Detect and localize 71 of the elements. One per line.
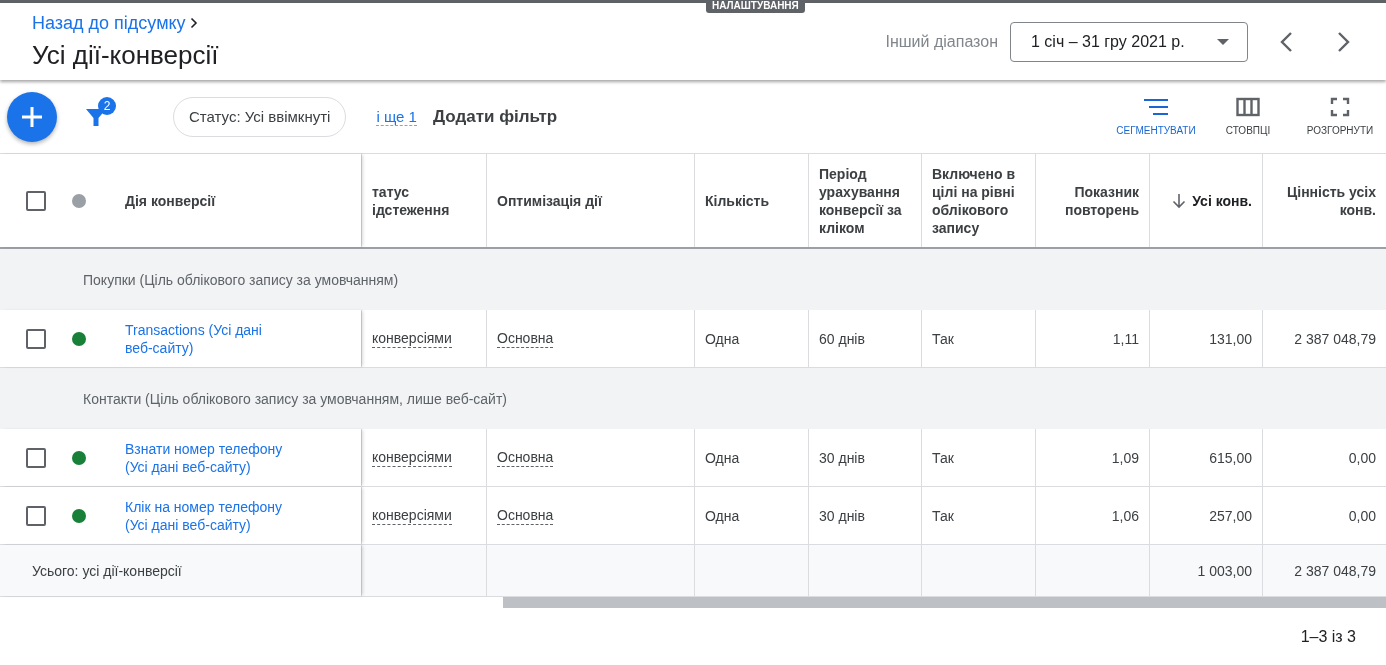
column-header[interactable]: Показник повторень bbox=[1046, 182, 1139, 219]
dropdown-caret-icon bbox=[1217, 38, 1229, 45]
column-header[interactable]: Оптимізація дії bbox=[497, 191, 602, 210]
column-header[interactable]: Дія конверсії bbox=[125, 191, 216, 210]
chevron-right-icon bbox=[1337, 30, 1351, 53]
chevron-left-icon bbox=[1279, 30, 1293, 53]
table-cell: Основна bbox=[497, 448, 554, 467]
total-label: Усього: усі дії-конверсії bbox=[32, 562, 182, 579]
table-cell: 0,00 bbox=[1348, 507, 1376, 524]
column-header[interactable]: Цінність усіх конв. bbox=[1273, 182, 1376, 219]
settings-label: НАЛАШТУВАННЯ bbox=[706, 0, 805, 13]
table-cell: 257,00 bbox=[1209, 507, 1252, 524]
table-cell: 0,00 bbox=[1348, 449, 1376, 466]
table-cell: 1,06 bbox=[1111, 507, 1139, 524]
table-cell: 615,00 bbox=[1209, 449, 1252, 466]
column-header[interactable]: Усі конв. bbox=[1172, 191, 1252, 210]
chevron-right-icon bbox=[189, 17, 198, 29]
sort-arrow-icon bbox=[1172, 192, 1187, 209]
filter-chip[interactable]: Статус: Усі ввімкнуті bbox=[173, 96, 347, 137]
page-title: Усі дії-конверсії bbox=[32, 39, 219, 71]
column-header[interactable]: Кількість bbox=[705, 191, 770, 210]
table-cell: Так bbox=[932, 449, 954, 466]
total-cell: 2 387 048,79 bbox=[1294, 562, 1376, 579]
table-cell: 30 днів bbox=[819, 449, 865, 466]
add-button[interactable] bbox=[7, 91, 57, 142]
column-header[interactable]: Включено в цілі на рівні облікового запису bbox=[932, 164, 1025, 237]
row-checkbox[interactable] bbox=[26, 505, 46, 526]
table-cell: Так bbox=[932, 330, 954, 347]
expand-button[interactable]: РОЗГОРНУТИ bbox=[1294, 86, 1386, 147]
row-checkbox[interactable] bbox=[26, 447, 46, 468]
row-checkbox[interactable] bbox=[26, 328, 46, 349]
range-label: Інший діапазон bbox=[885, 32, 998, 51]
status-icon bbox=[72, 193, 86, 208]
table-cell: Основна bbox=[497, 329, 554, 348]
column-header[interactable]: Період урахування конверсії за кліком bbox=[819, 164, 911, 237]
table-cell: 131,00 bbox=[1209, 330, 1252, 347]
add-filter-button[interactable]: Додати фільтр bbox=[432, 106, 558, 127]
table-cell: Одна bbox=[705, 507, 740, 524]
filter-count-badge: 2 bbox=[98, 96, 116, 115]
table-cell: конверсіями bbox=[372, 506, 452, 525]
column-header[interactable]: татус ідстеження bbox=[372, 182, 476, 219]
fullscreen-icon bbox=[1330, 97, 1350, 117]
back-link[interactable]: Назад до підсумку bbox=[32, 12, 219, 34]
segment-icon bbox=[1144, 97, 1168, 117]
table-cell: 1,09 bbox=[1111, 449, 1139, 466]
segment-button[interactable]: СЕГМЕНТУВАТИ bbox=[1110, 86, 1202, 147]
conversion-action-link[interactable]: Взнати номер телефону (Усі дані веб-сайту) bbox=[125, 439, 290, 476]
horizontal-scrollbar[interactable] bbox=[503, 597, 1386, 608]
table-cell: конверсіями bbox=[372, 448, 452, 467]
select-all-checkbox[interactable] bbox=[26, 190, 46, 211]
table-cell: Одна bbox=[705, 330, 740, 347]
table-cell: Так bbox=[932, 507, 954, 524]
total-cell: 1 003,00 bbox=[1197, 562, 1252, 579]
more-filters-link[interactable]: і ще 1 bbox=[376, 107, 417, 126]
table-cell: 30 днів bbox=[819, 507, 865, 524]
plus-icon bbox=[21, 105, 43, 128]
table-cell: 60 днів bbox=[819, 330, 865, 347]
date-range-dropdown[interactable]: 1 січ – 31 гру 2021 р. bbox=[1010, 21, 1248, 62]
table-cell: 1,11 bbox=[1112, 330, 1139, 347]
table-cell: Одна bbox=[705, 449, 740, 466]
table-cell: Основна bbox=[497, 506, 554, 525]
table-cell: конверсіями bbox=[372, 329, 452, 348]
columns-icon bbox=[1236, 97, 1260, 117]
filter-button[interactable]: 2 bbox=[76, 96, 116, 137]
conversion-action-link[interactable]: Transactions (Усі дані веб-сайту) bbox=[125, 320, 290, 357]
group-title: Контакти (Ціль облікового запису за умовчанням, лише веб-сайт) bbox=[83, 390, 507, 407]
conversion-action-link[interactable]: Клік на номер телефону (Усі дані веб-сайту) bbox=[125, 497, 290, 534]
columns-button[interactable]: СТОВПЦІ bbox=[1202, 86, 1294, 147]
table-cell: 2 387 048,79 bbox=[1294, 330, 1376, 347]
pagination-label: 1–3 із 3 bbox=[1300, 628, 1356, 646]
group-title: Покупки (Ціль облікового запису за умовчанням) bbox=[83, 271, 399, 288]
